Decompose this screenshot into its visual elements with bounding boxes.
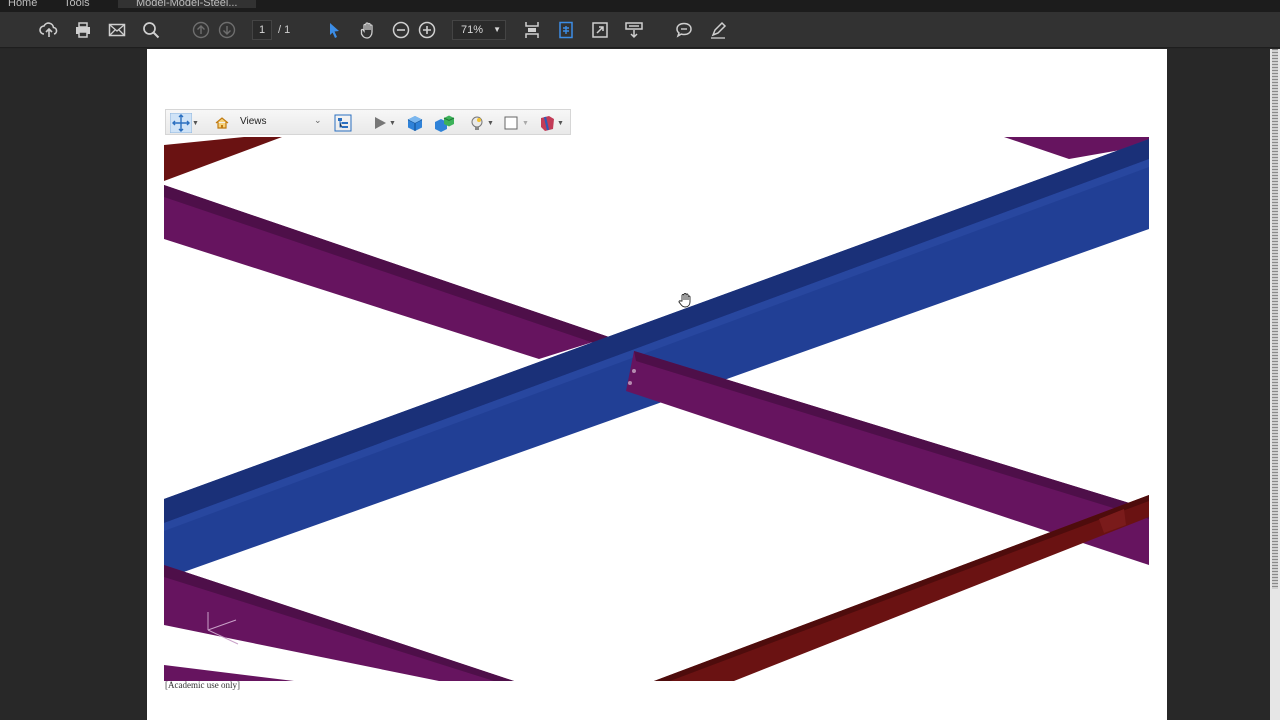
3d-viewer-toolbar: ▼ Views ⌄ ▼ ▼ ▼ ▼ — [165, 109, 571, 135]
left-pane — [0, 49, 146, 720]
model-tree-icon[interactable] — [334, 113, 352, 133]
views-dropdown-label[interactable]: Views — [240, 116, 267, 127]
email-icon[interactable] — [105, 18, 129, 42]
sign-pen-icon[interactable] — [706, 18, 730, 42]
print-icon[interactable] — [71, 18, 95, 42]
purple-beam-bottom-strip — [164, 665, 294, 681]
rotate-tool-icon[interactable] — [170, 113, 192, 133]
background-dropdown-icon[interactable]: ▼ — [522, 113, 529, 133]
main-toolbar: 1 / 1 71% ▼ — [0, 12, 1280, 48]
page-number-input[interactable]: 1 — [252, 20, 272, 40]
read-mode-icon[interactable] — [622, 18, 646, 42]
scroll-mode-icon[interactable] — [520, 18, 544, 42]
cross-section-dropdown-icon[interactable]: ▼ — [557, 113, 564, 133]
upload-cloud-icon[interactable] — [37, 18, 61, 42]
rotate-dropdown-icon[interactable]: ▼ — [192, 113, 199, 133]
background-color-icon[interactable] — [504, 113, 518, 133]
home-view-icon[interactable] — [214, 113, 230, 133]
play-animation-icon[interactable] — [372, 113, 388, 133]
tab-bar: Home Tools Model-Model-Steel... — [0, 0, 1280, 12]
multi-part-icon[interactable] — [432, 113, 456, 133]
page-total-label: / 1 — [278, 24, 291, 36]
hand-cursor-icon — [677, 292, 693, 308]
views-chevron-down-icon[interactable]: ⌄ — [314, 115, 322, 126]
right-pane — [1167, 49, 1270, 720]
pdf-page: ▼ Views ⌄ ▼ ▼ ▼ ▼ [Academic use only] — [147, 49, 1167, 720]
solid-render-icon[interactable] — [406, 113, 424, 133]
search-icon[interactable] — [139, 18, 163, 42]
red-beam-top-left — [164, 137, 282, 181]
comment-icon[interactable] — [672, 18, 696, 42]
academic-watermark: [Academic use only] — [165, 680, 240, 690]
tab-tools[interactable]: Tools — [64, 0, 90, 10]
lighting-icon[interactable] — [468, 113, 486, 133]
zoom-level-value: 71% — [461, 24, 484, 36]
hand-tool-icon[interactable] — [356, 18, 380, 42]
select-arrow-icon[interactable] — [322, 18, 346, 42]
zoom-out-icon[interactable] — [389, 18, 413, 42]
vertical-scrollbar[interactable] — [1270, 49, 1280, 720]
prev-page-icon[interactable] — [189, 18, 213, 42]
play-dropdown-icon[interactable]: ▼ — [389, 113, 396, 133]
cross-section-icon[interactable] — [538, 113, 556, 133]
fit-page-icon[interactable] — [554, 18, 578, 42]
lighting-dropdown-icon[interactable]: ▼ — [487, 113, 494, 133]
zoom-in-icon[interactable] — [415, 18, 439, 42]
zoom-level-select[interactable]: 71% ▼ — [452, 20, 506, 40]
3d-model-canvas[interactable] — [164, 137, 1150, 681]
full-screen-icon[interactable] — [588, 18, 612, 42]
tab-document[interactable]: Model-Model-Steel... — [118, 0, 256, 9]
scrollbar-thumb[interactable] — [1272, 49, 1278, 589]
next-page-icon[interactable] — [215, 18, 239, 42]
tab-home[interactable]: Home — [8, 0, 37, 10]
chevron-down-icon: ▼ — [493, 25, 501, 34]
